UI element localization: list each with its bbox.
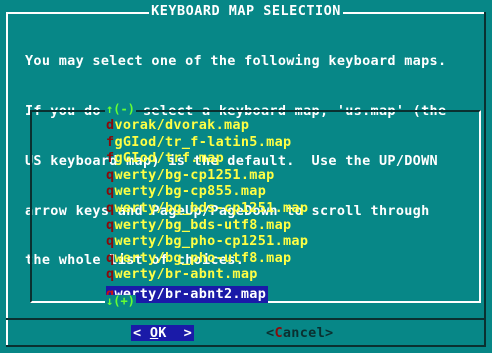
item-label: werty/bg_pho-utf8.map <box>114 249 292 266</box>
scroll-up-indicator[interactable]: ↑(-) <box>105 103 136 115</box>
keymap-item[interactable]: fgGIod/tr_f-latin5.map <box>106 134 308 151</box>
cancel-button[interactable]: <Cancel> <box>266 325 333 341</box>
item-label: gGIod/tr_f-latin5.map <box>114 133 292 150</box>
ok-bracket-left: < <box>133 325 150 341</box>
item-label: werty/bg-cp855.map <box>114 183 267 200</box>
item-label: gGIod/trf.map <box>114 150 224 167</box>
keymap-item[interactable]: qwerty/bg_bds-utf8.map <box>106 217 308 234</box>
cancel-label: ancel <box>282 325 326 341</box>
keymap-item[interactable]: qwerty/bg_pho-cp1251.map <box>106 233 308 250</box>
ok-button[interactable]: < OK > <box>131 325 195 341</box>
cancel-bracket-right: > <box>325 325 334 341</box>
keymap-item[interactable]: qwerty/bg-cp855.map <box>106 183 308 200</box>
frame-left-border <box>6 12 8 347</box>
keyboard-map-dialog: KEYBOARD MAP SELECTION You may select on… <box>0 0 492 353</box>
keymap-item[interactable]: qwerty/bg_pho-utf8.map <box>106 250 308 267</box>
item-label: werty/bg_bds-utf8.map <box>114 216 292 233</box>
scroll-down-indicator[interactable]: ↓(+) <box>105 295 136 307</box>
dialog-title-wrap: KEYBOARD MAP SELECTION <box>0 3 492 19</box>
ok-bracket-right: > <box>166 325 193 341</box>
item-label: werty/bg_pho-cp1251.map <box>114 233 309 250</box>
item-label: werty/bg_bds-cp1251.map <box>114 199 309 216</box>
frame-bottom-border <box>6 345 486 347</box>
item-label: werty/bg-cp1251.map <box>114 166 275 183</box>
keymap-item[interactable]: qwerty/bg_bds-cp1251.map <box>106 200 308 217</box>
item-label: werty/br-abnt.map <box>114 266 258 283</box>
item-label: vorak/dvorak.map <box>114 117 250 133</box>
ok-label: K <box>158 325 167 341</box>
item-label: werty/br-abnt2.map <box>114 285 267 302</box>
cancel-hotkey: C <box>274 325 283 341</box>
prompt-line: You may select one of the following keyb… <box>25 53 447 70</box>
dialog-title: KEYBOARD MAP SELECTION <box>149 3 343 19</box>
keymap-item[interactable]: qwerty/br-abnt.map <box>106 266 308 283</box>
button-area-separator <box>6 318 486 320</box>
keymap-item[interactable]: fgGIod/trf.map <box>106 150 308 167</box>
keymap-item[interactable]: qwerty/bg-cp1251.map <box>106 167 308 184</box>
keymap-list: dvorak/dvorak.map fgGIod/tr_f-latin5.map… <box>106 117 308 303</box>
keymap-item[interactable]: dvorak/dvorak.map <box>106 117 308 134</box>
